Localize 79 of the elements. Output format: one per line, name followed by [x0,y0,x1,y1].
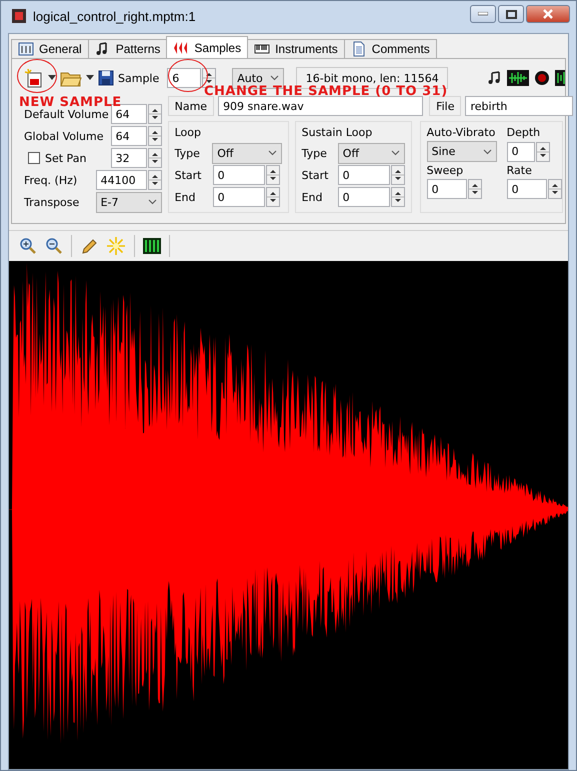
music-note-icon[interactable] [487,70,503,86]
close-button[interactable] [526,5,570,23]
save-icon[interactable] [98,70,114,86]
field-label: Global Volume [24,130,104,142]
field-label: Start [174,168,202,182]
number-field[interactable]: 64 [110,126,147,146]
spin-buttons[interactable] [266,165,280,185]
spin-buttons[interactable] [266,187,280,207]
number-field[interactable]: 0 [506,179,547,199]
chevron-icon [148,199,157,205]
chevron-icon [268,150,277,156]
group-title: Sustain Loop [302,126,374,139]
spin-buttons[interactable] [390,165,405,185]
chevron-icon [270,75,280,81]
dropdown[interactable]: Off [212,142,282,164]
tab[interactable]: Instruments [247,39,345,58]
app-icon [11,8,27,24]
field-label: Sweep [426,164,464,177]
text-field[interactable]: 909 snare.wav [218,96,424,116]
maximize-button[interactable] [498,5,524,23]
close-icon [542,9,554,19]
spin-buttons[interactable] [536,142,550,162]
number-field[interactable]: 0 [426,179,467,199]
pencil-icon[interactable] [80,237,98,255]
number-field[interactable]: 44100 [96,170,147,190]
minimize-icon [478,12,488,16]
number-field[interactable]: 0 [338,187,390,207]
spin-buttons[interactable] [148,170,162,190]
dropdown[interactable]: Sine [426,141,497,162]
field-label: Rate [506,164,533,177]
field-label: Freq. (Hz) [24,174,78,186]
field-label: Type [174,146,201,160]
maximize-icon [506,10,516,18]
sample-label: Sample [118,72,160,84]
spin-buttons[interactable] [390,187,405,207]
tab[interactable]: Samples [166,36,248,58]
file-label: File [429,96,462,116]
field-label: Type [302,146,328,160]
zoom-out-icon[interactable] [45,237,63,255]
caret-icon[interactable] [48,75,56,81]
document-icon [350,41,367,57]
caret-icon[interactable] [86,75,94,81]
dropdown[interactable]: Off [338,142,405,164]
spin-buttons[interactable] [148,148,162,168]
tab[interactable]: General [11,39,89,58]
minimize-button[interactable] [470,5,496,23]
spin-buttons[interactable] [468,179,482,199]
window-title: logical_control_right.mptm:1 [33,8,197,24]
dropdown[interactable]: E-7 [96,192,162,212]
spin-buttons[interactable] [148,104,162,124]
chevron-icon [390,150,400,156]
name-label: Name [168,96,214,116]
tab[interactable]: Patterns [88,39,168,58]
field-label: Transpose [24,196,80,208]
checkbox[interactable] [28,152,40,164]
group-title: Auto-Vibrato [426,126,496,139]
number-field[interactable]: 0 [212,165,265,185]
field-label: End [174,190,197,204]
number-field[interactable]: 32 [110,148,147,168]
tab[interactable]: Comments [344,39,437,58]
chevron-icon [482,148,492,154]
checkbox-label: Set Pan [45,152,88,164]
field-label: Start [302,168,330,182]
zoom-in-icon[interactable] [19,237,37,255]
field-label: Default Volume [24,108,109,120]
text-field[interactable]: rebirth [465,96,574,116]
spin-buttons[interactable] [548,179,562,199]
number-field[interactable]: 0 [212,187,265,207]
record-icon[interactable] [533,69,551,87]
number-field[interactable]: 0 [338,165,390,185]
new-sample-icon[interactable] [24,68,44,88]
annotation-circle [17,59,57,93]
field-label: Depth [506,126,542,139]
number-field[interactable]: 6 [167,68,202,88]
spin-buttons[interactable] [148,126,162,146]
field-label: End [302,190,324,204]
sliders-icon [18,41,34,57]
group-title: Loop [174,126,202,139]
number-field[interactable]: 0 [506,142,535,162]
